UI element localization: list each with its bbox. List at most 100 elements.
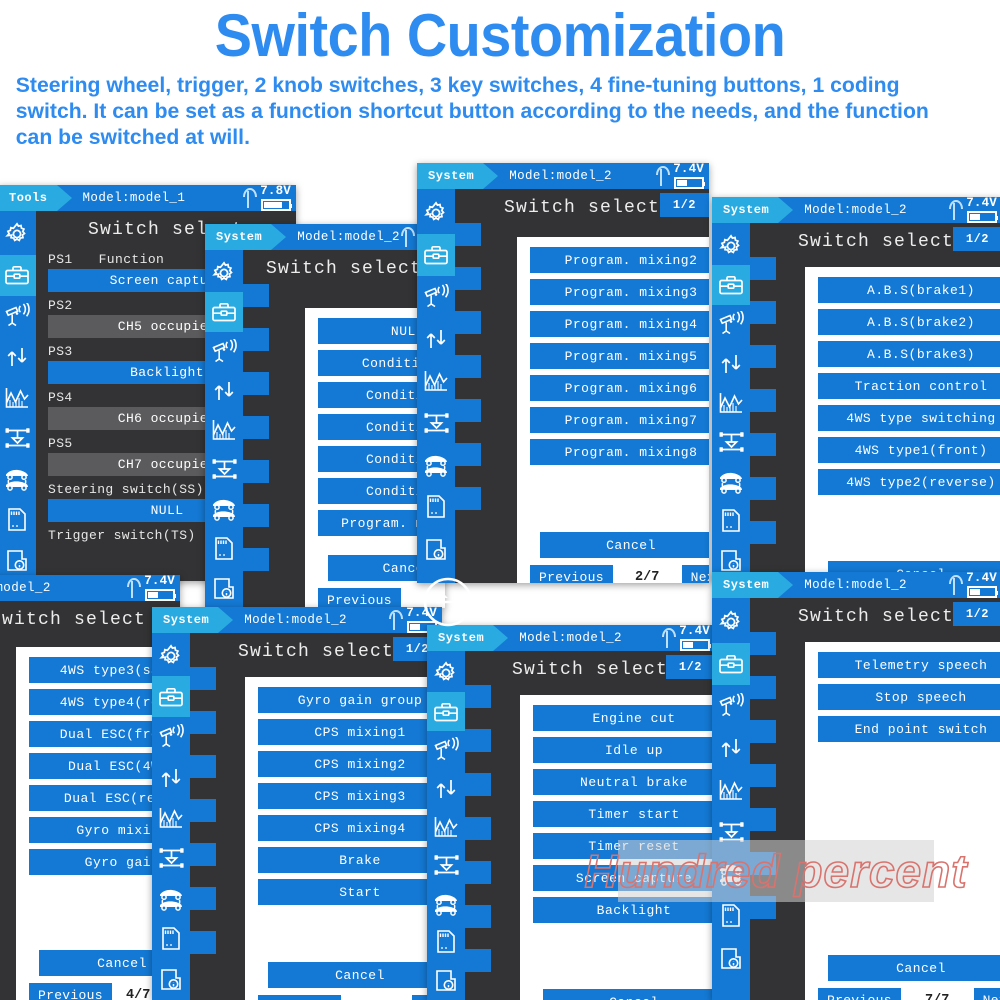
- sidebar-item-chassis[interactable]: [0, 418, 36, 459]
- switch-option[interactable]: Program. mixing3: [530, 279, 709, 305]
- sidebar-item-sd-card[interactable]: [427, 923, 465, 961]
- sidebar-item-chassis[interactable]: [712, 423, 750, 462]
- sidebar-item-info[interactable]: [427, 962, 465, 1000]
- cancel-button[interactable]: Cancel: [828, 955, 1000, 981]
- mode-tag[interactable]: System: [152, 607, 234, 633]
- sidebar-item-receiver-antenna[interactable]: [427, 731, 465, 769]
- mode-tag[interactable]: System: [417, 163, 499, 189]
- switch-option[interactable]: A.B.S(brake3): [818, 341, 1000, 367]
- switch-option[interactable]: Telemetry speech: [818, 652, 1000, 678]
- sidebar-item-chassis[interactable]: [205, 450, 243, 489]
- sidebar-item-sd-card[interactable]: [152, 919, 190, 959]
- switch-option[interactable]: Backlight: [533, 897, 715, 923]
- sidebar-item-up-down-arrows[interactable]: [427, 769, 465, 807]
- switch-option[interactable]: A.B.S(brake2): [818, 309, 1000, 335]
- sidebar-item-chassis[interactable]: [152, 838, 190, 878]
- mode-tag[interactable]: System: [427, 625, 509, 651]
- cancel-button[interactable]: Cancel: [540, 532, 709, 558]
- switch-option[interactable]: CPS mixing3: [258, 783, 442, 809]
- switch-option[interactable]: Start: [258, 879, 442, 905]
- sidebar-item-up-down-arrows[interactable]: [205, 371, 243, 410]
- sidebar-item-toolbox[interactable]: [712, 265, 750, 305]
- switch-option[interactable]: A.B.S(brake1): [818, 277, 1000, 303]
- sidebar-item-gear[interactable]: [712, 226, 750, 265]
- sidebar-item-info[interactable]: [152, 960, 190, 1000]
- previous-button[interactable]: Previous: [530, 565, 613, 583]
- mode-tag[interactable]: System: [205, 224, 287, 250]
- switch-option[interactable]: Idle up: [533, 737, 715, 763]
- cancel-button[interactable]: Cancel: [543, 989, 715, 1000]
- sidebar-item-up-down-arrows[interactable]: [152, 757, 190, 797]
- switch-option[interactable]: 4WS type2(reverse): [818, 469, 1000, 495]
- sidebar-item-sd-card[interactable]: [712, 895, 750, 937]
- sidebar-item-car[interactable]: [712, 853, 750, 895]
- mode-tag[interactable]: System: [712, 197, 794, 223]
- switch-option[interactable]: Screen capture: [533, 865, 715, 891]
- sidebar-item-car[interactable]: [417, 444, 455, 486]
- sidebar-item-chart[interactable]: [0, 377, 36, 418]
- switch-option[interactable]: Program. mixing4: [530, 311, 709, 337]
- sidebar-item-chart[interactable]: [152, 798, 190, 838]
- sidebar-item-car[interactable]: [205, 490, 243, 529]
- sidebar-item-chassis[interactable]: [417, 402, 455, 444]
- sidebar-item-gear[interactable]: [0, 214, 36, 255]
- sidebar-item-chassis[interactable]: [712, 811, 750, 853]
- sidebar-item-info[interactable]: [205, 569, 243, 608]
- sidebar-item-up-down-arrows[interactable]: [0, 336, 36, 377]
- sidebar-item-receiver-antenna[interactable]: [152, 717, 190, 757]
- sidebar-item-gear[interactable]: [152, 636, 190, 676]
- sidebar-item-sd-card[interactable]: [712, 501, 750, 540]
- switch-option[interactable]: Program. mixing2: [530, 247, 709, 273]
- sidebar-item-sd-card[interactable]: [0, 499, 36, 540]
- sidebar-item-chart[interactable]: [205, 411, 243, 450]
- switch-option[interactable]: Gyro gain group: [258, 687, 442, 713]
- previous-button[interactable]: Previous: [29, 983, 112, 1000]
- switch-option[interactable]: 4WS type1(front): [818, 437, 1000, 463]
- sidebar-item-receiver-antenna[interactable]: [0, 296, 36, 337]
- sidebar-item-toolbox[interactable]: [205, 292, 243, 332]
- sidebar-item-chart[interactable]: [712, 383, 750, 422]
- sidebar-item-receiver-antenna[interactable]: [205, 332, 243, 371]
- switch-option[interactable]: 4WS type switching: [818, 405, 1000, 431]
- switch-option[interactable]: Neutral brake: [533, 769, 715, 795]
- sidebar-item-chart[interactable]: [427, 808, 465, 846]
- sidebar-item-receiver-antenna[interactable]: [712, 685, 750, 727]
- sidebar-item-gear[interactable]: [205, 253, 243, 292]
- switch-option[interactable]: Traction control: [818, 373, 1000, 399]
- switch-option[interactable]: Stop speech: [818, 684, 1000, 710]
- sidebar-item-sd-card[interactable]: [417, 486, 455, 528]
- sidebar-item-toolbox[interactable]: [152, 676, 190, 717]
- switch-option[interactable]: Timer start: [533, 801, 715, 827]
- sidebar-item-gear[interactable]: [427, 654, 465, 692]
- sidebar-item-receiver-antenna[interactable]: [417, 276, 455, 318]
- sidebar-item-chassis[interactable]: [427, 846, 465, 884]
- mode-tag[interactable]: System: [712, 572, 794, 598]
- cancel-button[interactable]: Cancel: [268, 962, 442, 988]
- previous-button[interactable]: Previous: [318, 588, 401, 608]
- sidebar-item-gear[interactable]: [417, 192, 455, 234]
- sidebar-item-chart[interactable]: [417, 360, 455, 402]
- sidebar-item-gear[interactable]: [712, 601, 750, 643]
- switch-option[interactable]: Program. mixing6: [530, 375, 709, 401]
- sidebar-item-sd-card[interactable]: [205, 529, 243, 568]
- switch-option[interactable]: Brake: [258, 847, 442, 873]
- sidebar-item-car[interactable]: [712, 462, 750, 501]
- next-button[interactable]: Next: [973, 988, 1000, 1000]
- switch-option[interactable]: Program. mixing7: [530, 407, 709, 433]
- sidebar-item-up-down-arrows[interactable]: [417, 318, 455, 360]
- sidebar-item-car[interactable]: [0, 459, 36, 500]
- mode-tag[interactable]: Tools: [0, 185, 71, 211]
- next-button[interactable]: Next: [681, 565, 709, 583]
- sidebar-item-car[interactable]: [427, 885, 465, 923]
- sidebar-item-up-down-arrows[interactable]: [712, 727, 750, 769]
- switch-option[interactable]: Program. mixing5: [530, 343, 709, 369]
- sidebar-item-toolbox[interactable]: [417, 234, 455, 276]
- switch-option[interactable]: Engine cut: [533, 705, 715, 731]
- switch-option[interactable]: Timer reset: [533, 833, 715, 859]
- switch-option[interactable]: End point switch: [818, 716, 1000, 742]
- sidebar-item-receiver-antenna[interactable]: [712, 305, 750, 344]
- sidebar-item-chart[interactable]: [712, 769, 750, 811]
- sidebar-item-toolbox[interactable]: [0, 254, 36, 296]
- switch-option[interactable]: CPS mixing2: [258, 751, 442, 777]
- previous-button[interactable]: Previous: [258, 995, 341, 1000]
